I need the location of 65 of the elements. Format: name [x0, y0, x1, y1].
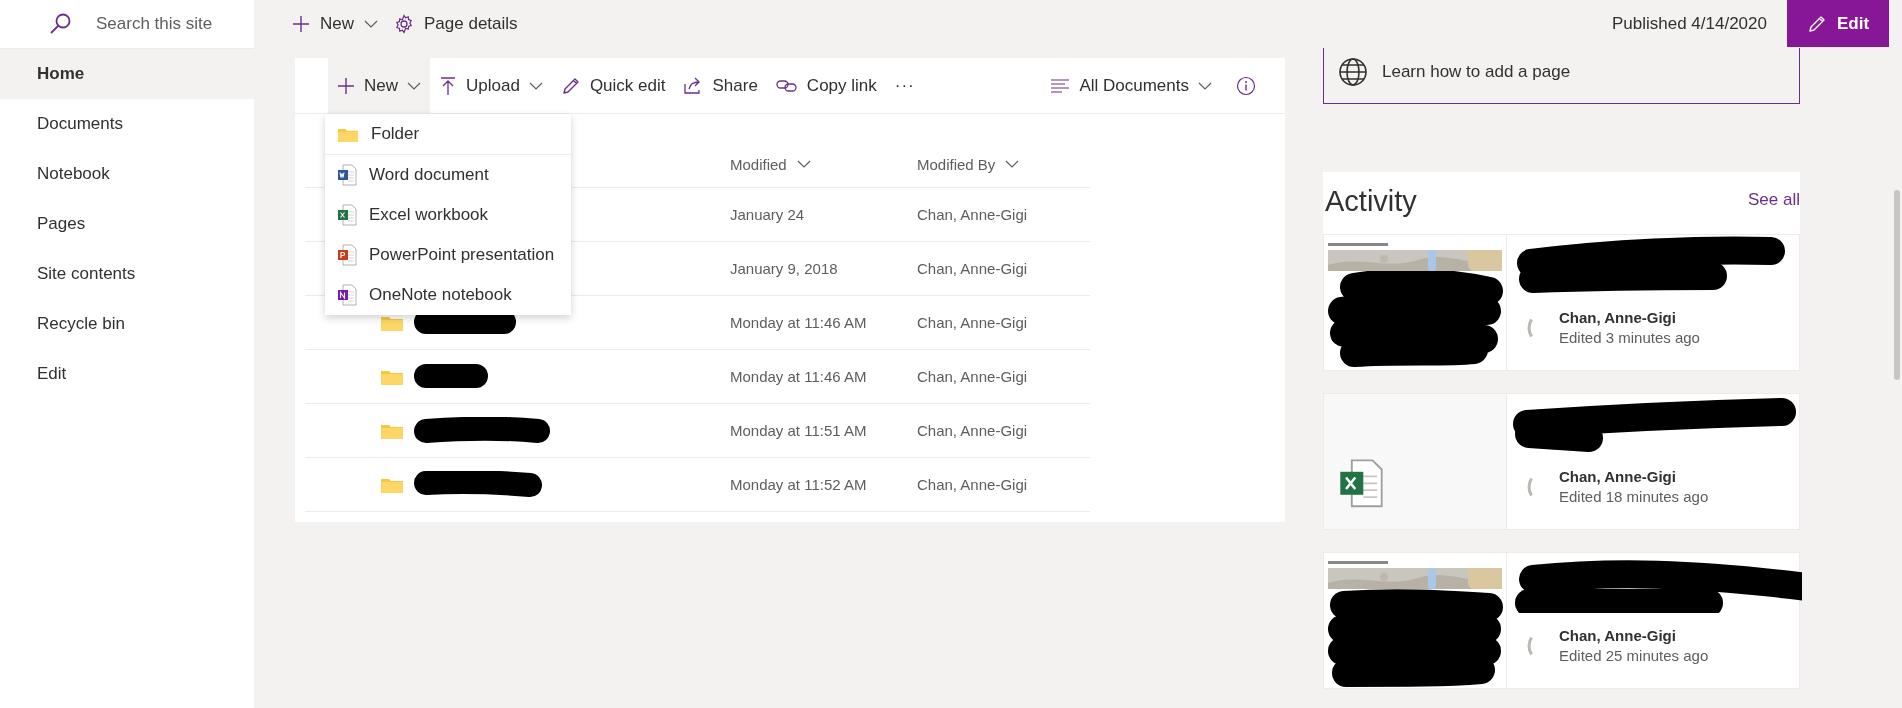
search-field[interactable]: Search this site: [94, 13, 268, 35]
nav-link[interactable]: Site contents: [0, 249, 254, 299]
modified-date: January 24: [730, 206, 806, 223]
new-button[interactable]: New: [328, 58, 430, 113]
excel-file-icon: [337, 204, 357, 226]
nav-link[interactable]: Notebook: [0, 149, 254, 199]
edited-time: Edited 18 minutes ago: [1559, 488, 1709, 505]
nav-link[interactable]: Edit: [0, 349, 254, 399]
section-title: Activity: [1325, 184, 1417, 218]
view-lines-icon: [1050, 78, 1071, 93]
menu-item[interactable]: PowerPoint presentation: [325, 235, 571, 275]
see-all-link[interactable]: See all: [1748, 190, 1800, 210]
column-header[interactable]: Modified By: [917, 155, 1020, 173]
modified-by: Chan, Anne-Gigi: [917, 422, 1028, 439]
author-name: Chan, Anne-Gigi: [1559, 627, 1677, 644]
activity-card[interactable]: Chan, Anne-Gigi Edited 3 minutes ago: [1323, 234, 1800, 371]
author-name: Chan, Anne-Gigi: [1559, 309, 1677, 326]
word-document-icon: [337, 164, 357, 186]
modified-by: Chan, Anne-Gigi: [917, 476, 1028, 493]
plus-icon: [337, 76, 355, 95]
modified-date: Monday at 11:52 AM: [730, 476, 868, 493]
modified-by: Chan, Anne-Gigi: [917, 368, 1028, 385]
published-date: Published 4/14/2020: [1611, 14, 1767, 34]
globe-icon: [1338, 56, 1368, 87]
modified-date: Monday at 11:51 AM: [730, 422, 868, 439]
more-button[interactable]: ···: [885, 58, 924, 113]
page-details-button[interactable]: Page details: [386, 4, 526, 44]
edited-time: Edited 25 minutes ago: [1559, 647, 1709, 664]
nav-link[interactable]: Home: [0, 49, 254, 99]
new-button[interactable]: New: [284, 4, 386, 44]
nav-link[interactable]: Recycle bin: [0, 299, 254, 349]
nav-link[interactable]: Documents: [0, 99, 254, 149]
settings-icon: [394, 14, 414, 34]
nav-link[interactable]: Pages: [0, 199, 254, 249]
edit-button[interactable]: Edit: [1787, 0, 1889, 47]
powerpoint-file-icon: [337, 244, 357, 266]
info-icon: [1236, 75, 1256, 96]
modified-by: Chan, Anne-Gigi: [917, 314, 1028, 331]
scrollbar[interactable]: [1894, 190, 1900, 380]
upload-icon: [439, 75, 457, 96]
menu-item[interactable]: OneNote notebook: [325, 275, 571, 315]
upload-button[interactable]: Upload: [430, 58, 552, 113]
modified-by: Chan, Anne-Gigi: [917, 206, 1028, 223]
modified-by: Chan, Anne-Gigi: [917, 260, 1028, 277]
view-selector[interactable]: All Documents: [1041, 58, 1221, 113]
quick-edit-button[interactable]: Quick edit: [551, 58, 675, 113]
author-name: Chan, Anne-Gigi: [1559, 468, 1677, 485]
copy-link-button[interactable]: Copy link: [766, 58, 886, 113]
learn-link[interactable]: Learn how to add a page: [1323, 48, 1800, 104]
modified-date: January 9, 2018: [730, 260, 839, 277]
excel-file-icon: [1338, 458, 1384, 509]
activity-card[interactable]: Chan, Anne-Gigi Edited 25 minutes ago: [1323, 552, 1800, 689]
modified-date: Monday at 11:46 AM: [730, 314, 868, 331]
edited-time: Edited 3 minutes ago: [1559, 329, 1700, 346]
share-button[interactable]: Share: [674, 58, 767, 113]
plus-icon: [292, 15, 310, 33]
menu-item[interactable]: Folder: [325, 114, 571, 154]
activity-card[interactable]: Chan, Anne-Gigi Edited 18 minutes ago: [1323, 393, 1800, 530]
onenote-file-icon: [337, 284, 357, 306]
menu-item[interactable]: Word document: [325, 155, 571, 195]
column-header[interactable]: Modified: [730, 155, 811, 173]
search-icon: [48, 12, 72, 36]
menu-item[interactable]: Excel workbook: [325, 195, 571, 235]
link-icon: [775, 78, 798, 93]
modified-date: Monday at 11:46 AM: [730, 368, 868, 385]
